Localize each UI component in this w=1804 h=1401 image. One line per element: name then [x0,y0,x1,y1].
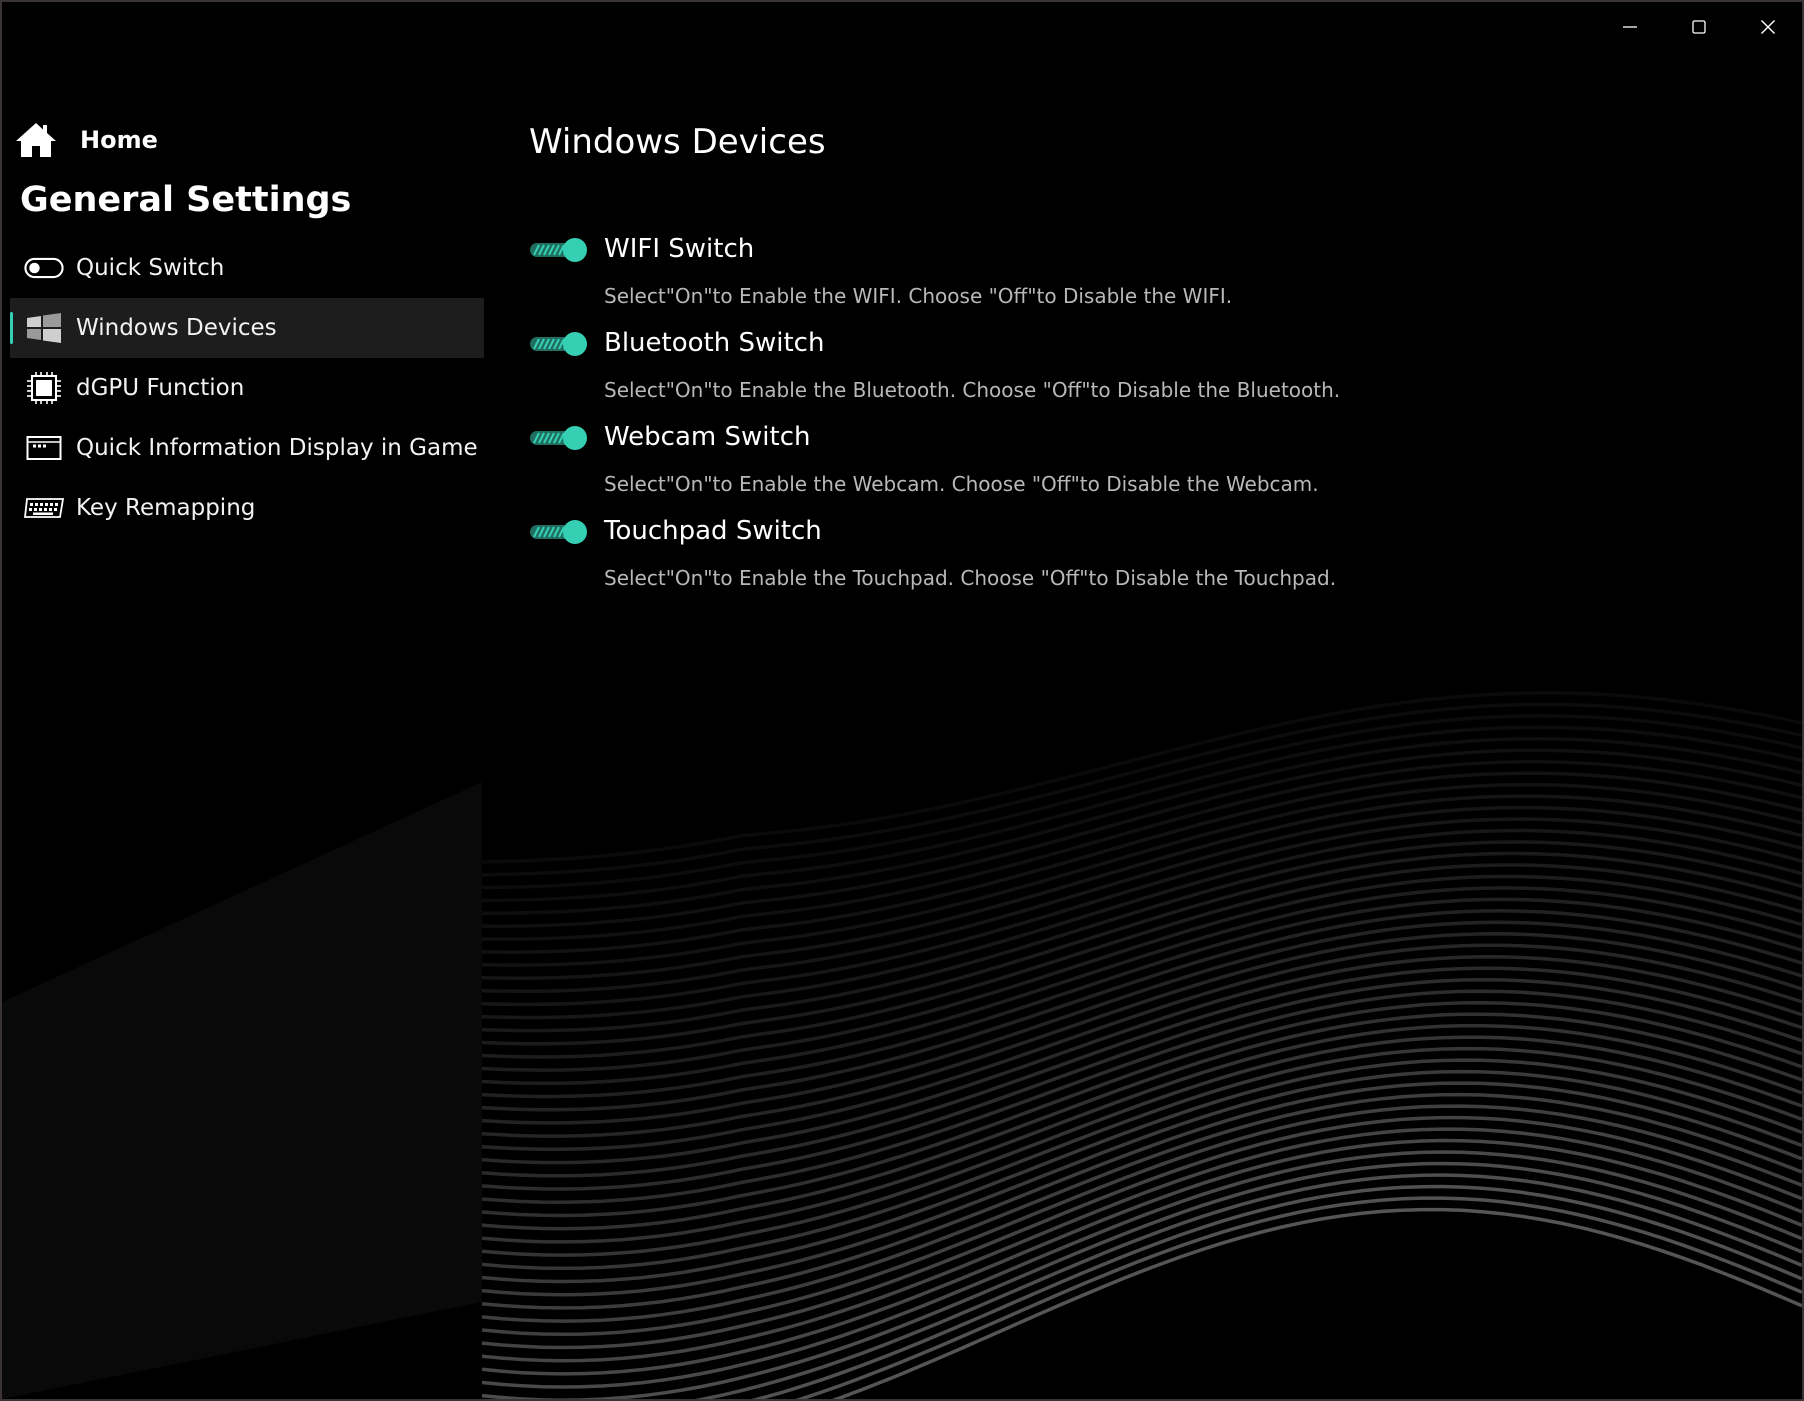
keyboard-icon [24,498,64,518]
toggle-knob [563,332,587,356]
windows-logo-icon [27,313,61,343]
webcam-toggle[interactable] [529,424,589,452]
setting-title: WIFI Switch [604,234,755,264]
home-link[interactable]: Home [14,120,158,160]
setting-wifi: WIFI Switch Select"On"to Enable the WIFI… [529,230,1729,324]
sidebar-item-label: Windows Devices [76,315,277,341]
toggle-switch-icon [24,257,64,279]
sidebar-item-label: Key Remapping [76,495,256,521]
app-window: Home General Settings Quick Switch Windo… [0,0,1804,1401]
setting-bluetooth: Bluetooth Switch Select"On"to Enable the… [529,324,1729,418]
setting-title: Bluetooth Switch [604,328,825,358]
wifi-toggle[interactable] [529,236,589,264]
page-title: Windows Devices [529,122,826,162]
bluetooth-toggle[interactable] [529,330,589,358]
setting-description: Select"On"to Enable the Touchpad. Choose… [604,566,1337,590]
setting-description: Select"On"to Enable the WIFI. Choose "Of… [604,284,1233,308]
window-controls [1595,2,1802,52]
dgpu-chip-icon [27,372,61,404]
sidebar-item-dgpu-function[interactable]: dGPU Function [10,358,484,418]
setting-touchpad: Touchpad Switch Select"On"to Enable the … [529,512,1729,606]
sidebar-item-windows-devices[interactable]: Windows Devices [10,298,484,358]
sidebar-item-label: Quick Information Display in Game [76,435,478,461]
setting-webcam: Webcam Switch Select"On"to Enable the We… [529,418,1729,512]
sidebar-item-label: Quick Switch [76,255,225,281]
toggle-knob [563,520,587,544]
section-title: General Settings [20,180,352,220]
home-label: Home [80,126,158,154]
setting-description: Select"On"to Enable the Bluetooth. Choos… [604,378,1341,402]
settings-list: WIFI Switch Select"On"to Enable the WIFI… [529,230,1729,606]
nav-list: Quick Switch Windows Devices dGPU Functi… [10,238,484,538]
minimize-icon [1622,26,1637,28]
touchpad-toggle[interactable] [529,518,589,546]
home-icon [16,123,56,157]
sidebar: Home General Settings Quick Switch Windo… [2,2,484,1399]
maximize-button[interactable] [1664,2,1733,52]
sidebar-item-quick-information-display[interactable]: Quick Information Display in Game [10,418,484,478]
toggle-knob [563,426,587,450]
display-panel-icon [26,436,62,460]
minimize-button[interactable] [1595,2,1664,52]
sidebar-item-key-remapping[interactable]: Key Remapping [10,478,484,538]
setting-title: Touchpad Switch [604,516,822,546]
setting-description: Select"On"to Enable the Webcam. Choose "… [604,472,1319,496]
maximize-icon [1691,20,1706,34]
setting-title: Webcam Switch [604,422,811,452]
close-icon [1760,20,1775,34]
sidebar-item-quick-switch[interactable]: Quick Switch [10,238,484,298]
sidebar-item-label: dGPU Function [76,375,245,401]
toggle-knob [563,238,587,262]
close-button[interactable] [1733,2,1802,52]
